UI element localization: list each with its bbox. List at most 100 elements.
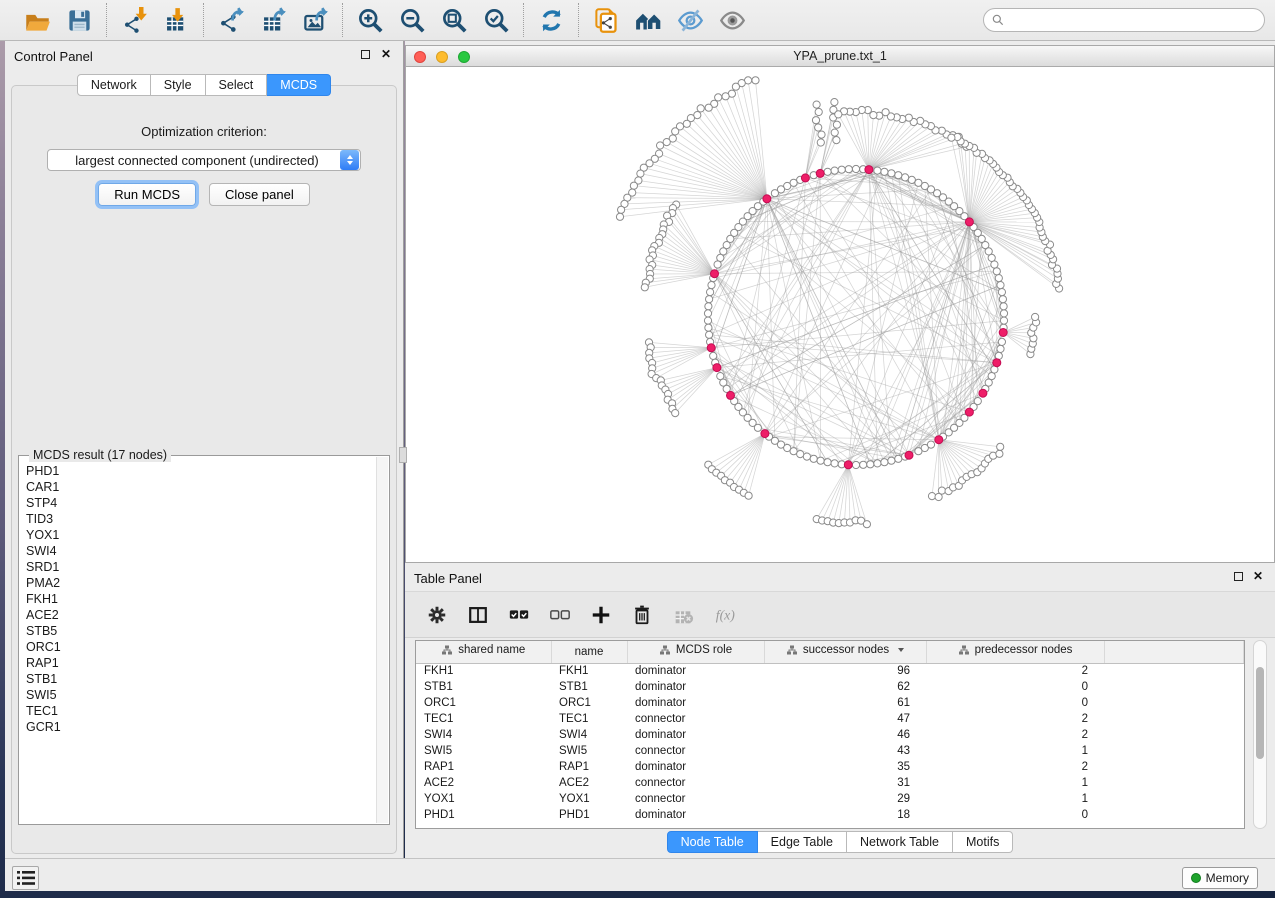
delete-table-icon — [671, 603, 695, 627]
column-header-name[interactable]: name — [551, 641, 627, 663]
mcds-result-item[interactable]: PMA2 — [26, 575, 376, 591]
memory-status-icon — [1191, 873, 1201, 883]
close-panel-icon[interactable]: ✕ — [381, 47, 391, 61]
birds-eye-view-icon[interactable] — [717, 5, 747, 35]
table-row[interactable]: PHD1PHD1dominator180 — [416, 807, 1244, 823]
table-row[interactable]: STB1STB1dominator620 — [416, 679, 1244, 695]
export-image-icon[interactable] — [300, 5, 330, 35]
mcds-result-box: MCDS result (17 nodes) PHD1CAR1STP4TID3Y… — [18, 455, 390, 825]
tab-edge-table[interactable]: Edge Table — [758, 831, 847, 853]
run-mcds-button[interactable]: Run MCDS — [98, 183, 196, 206]
hide-graphics-details-icon[interactable] — [675, 5, 705, 35]
import-table-file-icon[interactable] — [161, 5, 191, 35]
clone-network-icon[interactable] — [591, 5, 621, 35]
network-graph-svg[interactable] — [406, 67, 1274, 562]
import-network-file-icon[interactable] — [119, 5, 149, 35]
sort-descending-icon — [898, 648, 904, 652]
mcds-result-item[interactable]: ACE2 — [26, 607, 376, 623]
window-close-icon[interactable] — [414, 51, 426, 63]
zoom-selected-icon[interactable] — [481, 5, 511, 35]
zoom-out-icon[interactable] — [397, 5, 427, 35]
float-table-panel-icon[interactable] — [1234, 572, 1243, 581]
mcds-result-item[interactable]: FKH1 — [26, 591, 376, 607]
network-canvas[interactable] — [406, 67, 1274, 562]
table-row[interactable]: RAP1RAP1dominator352 — [416, 759, 1244, 775]
search-input[interactable] — [1005, 11, 1264, 29]
mcds-result-item[interactable]: TID3 — [26, 511, 376, 527]
mcds-result-item[interactable]: SWI5 — [26, 687, 376, 703]
tab-select[interactable]: Select — [206, 74, 268, 96]
mcds-result-item[interactable]: CAR1 — [26, 479, 376, 495]
network-title: YPA_prune.txt_1 — [793, 49, 887, 63]
table-row[interactable]: TEC1TEC1connector472 — [416, 711, 1244, 727]
tab-mcds[interactable]: MCDS — [267, 74, 331, 96]
column-header-predecessor-nodes[interactable]: predecessor nodes — [926, 641, 1104, 663]
export-table-icon[interactable] — [258, 5, 288, 35]
function-builder-icon: f(x) — [712, 603, 736, 627]
mcds-tab-content: Optimization criterion: largest connecte… — [11, 85, 397, 854]
delete-column-icon[interactable] — [630, 603, 654, 627]
column-header-MCDS-role[interactable]: MCDS role — [627, 641, 764, 663]
add-column-icon[interactable] — [589, 603, 613, 627]
save-session-icon[interactable] — [64, 5, 94, 35]
mcds-result-item[interactable]: SRD1 — [26, 559, 376, 575]
table-row[interactable]: ACE2ACE2connector311 — [416, 775, 1244, 791]
zoom-fit-icon[interactable] — [439, 5, 469, 35]
search-field — [983, 8, 1265, 32]
table-tabs: Node TableEdge TableNetwork TableMotifs — [405, 831, 1275, 853]
float-panel-icon[interactable] — [361, 50, 370, 59]
mcds-result-item[interactable]: SWI4 — [26, 543, 376, 559]
memory-button[interactable]: Memory — [1182, 867, 1258, 889]
table-scrollbar-thumb[interactable] — [1256, 667, 1264, 759]
mcds-result-item[interactable]: ORC1 — [26, 639, 376, 655]
optimization-criterion-label: Optimization criterion: — [12, 124, 396, 139]
select-all-columns-icon[interactable] — [507, 603, 531, 627]
svg-text:f(x): f(x) — [716, 607, 735, 623]
mcds-result-item[interactable]: STB5 — [26, 623, 376, 639]
status-bar: Memory — [5, 858, 1275, 891]
node-table: shared namenameMCDS rolesuccessor nodesp… — [415, 640, 1245, 829]
mcds-result-item[interactable]: RAP1 — [26, 655, 376, 671]
network-overview-icon[interactable] — [633, 5, 663, 35]
control-panel: Control Panel ✕ NetworkStyleSelectMCDS O… — [5, 41, 404, 858]
tab-node-table[interactable]: Node Table — [667, 831, 758, 853]
show-column-icon[interactable] — [466, 603, 490, 627]
criterion-dropdown[interactable]: largest connected component (undirected) — [47, 149, 361, 171]
mcds-result-item[interactable]: GCR1 — [26, 719, 376, 735]
tab-network[interactable]: Network — [77, 74, 151, 96]
zoom-in-icon[interactable] — [355, 5, 385, 35]
table-row[interactable]: ORC1ORC1dominator610 — [416, 695, 1244, 711]
tab-motifs[interactable]: Motifs — [953, 831, 1013, 853]
mcds-result-item[interactable]: YOX1 — [26, 527, 376, 543]
unselect-all-columns-icon[interactable] — [548, 603, 572, 627]
dropdown-stepper-icon — [340, 150, 359, 170]
table-row[interactable]: YOX1YOX1connector291 — [416, 791, 1244, 807]
mcds-result-item[interactable]: STB1 — [26, 671, 376, 687]
mcds-result-item[interactable]: TEC1 — [26, 703, 376, 719]
tab-network-table[interactable]: Network Table — [847, 831, 953, 853]
search-icon — [991, 13, 1005, 27]
export-network-icon[interactable] — [216, 5, 246, 35]
table-row[interactable]: SWI4SWI4dominator462 — [416, 727, 1244, 743]
table-panel-title: Table Panel — [414, 571, 482, 586]
window-maximize-icon[interactable] — [458, 51, 470, 63]
table-settings-gear-icon[interactable] — [425, 603, 449, 627]
control-panel-title: Control Panel — [14, 49, 93, 64]
column-header-successor-nodes[interactable]: successor nodes — [764, 641, 926, 663]
apply-layout-icon[interactable] — [536, 5, 566, 35]
mcds-result-item[interactable]: PHD1 — [26, 463, 376, 479]
column-header-filler — [1104, 641, 1244, 663]
table-row[interactable]: SWI5SWI5connector431 — [416, 743, 1244, 759]
mcds-result-item[interactable]: STP4 — [26, 495, 376, 511]
tab-style[interactable]: Style — [151, 74, 206, 96]
close-panel-button[interactable]: Close panel — [209, 183, 310, 206]
vertical-splitter-handle[interactable] — [399, 447, 407, 463]
column-header-shared-name[interactable]: shared name — [416, 641, 551, 663]
task-history-button[interactable] — [12, 866, 39, 890]
open-session-icon[interactable] — [22, 5, 52, 35]
close-table-panel-icon[interactable]: ✕ — [1253, 569, 1263, 583]
mcds-result-scrollbar[interactable] — [376, 457, 388, 823]
window-minimize-icon[interactable] — [436, 51, 448, 63]
table-row[interactable]: FKH1FKH1dominator962 — [416, 663, 1244, 679]
memory-label: Memory — [1206, 871, 1249, 885]
